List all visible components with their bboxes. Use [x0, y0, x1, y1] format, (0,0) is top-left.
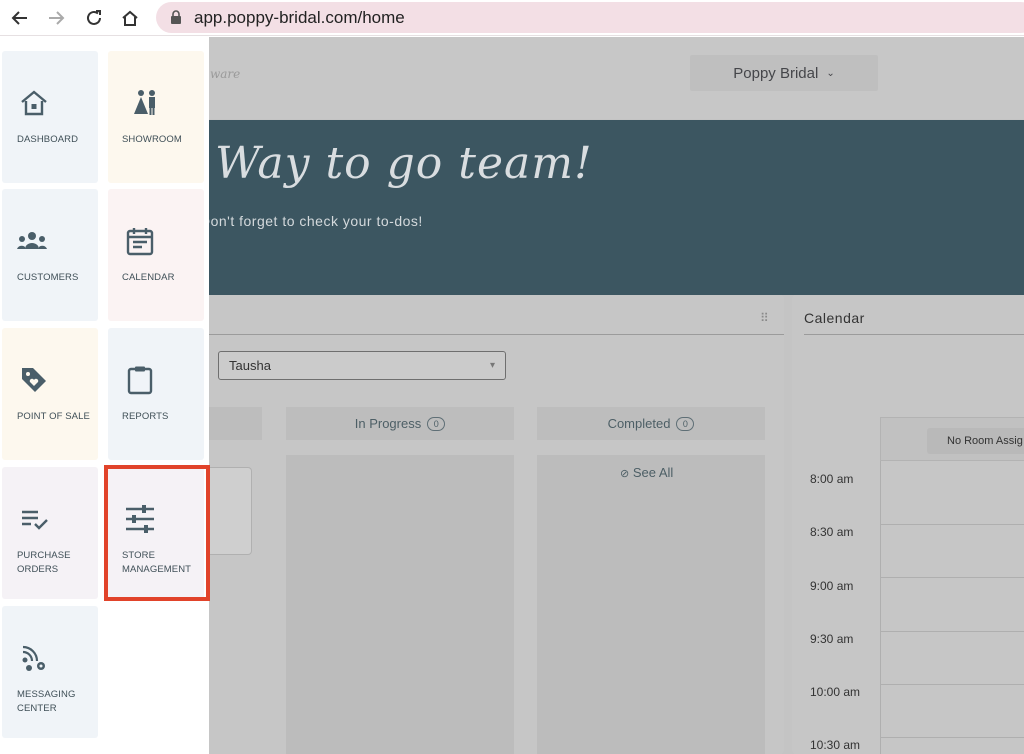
room-button[interactable]: No Room Assig: [927, 428, 1024, 454]
url-text: app.poppy-bridal.com/home: [194, 8, 405, 27]
menu-item-reports[interactable]: REPORTS: [108, 328, 204, 460]
column-in-progress: [286, 455, 514, 754]
nav-menu: DASHBOARD SHOWROOM CUSTOMERS CALENDAR PO…: [0, 37, 210, 754]
menu-item-point-of-sale[interactable]: POINT OF SALE: [2, 328, 98, 460]
calendar-panel: Calendar No Room Assig 8:00 am 8:30 am 9…: [792, 295, 1024, 754]
time-label: 10:30 am: [810, 738, 861, 752]
home-icon: [18, 87, 50, 119]
column-header-completed: Completed 0: [537, 407, 765, 440]
menu-item-calendar[interactable]: CALENDAR: [108, 189, 204, 321]
menu-item-showroom[interactable]: SHOWROOM: [108, 51, 204, 183]
menu-item-messaging-center[interactable]: MESSAGING CENTER: [2, 606, 98, 738]
assignee-select[interactable]: Tausha ▾: [218, 351, 506, 380]
list-check-icon: [18, 503, 50, 535]
time-label: 8:30 am: [810, 525, 854, 539]
banner-subtitle: Don't forget to check your to-dos!: [200, 213, 423, 229]
forward-icon[interactable]: [44, 6, 68, 30]
chevron-down-icon: ⌄: [826, 67, 835, 79]
address-bar[interactable]: app.poppy-bridal.com/home: [156, 2, 1024, 33]
column-header: [200, 407, 262, 440]
check-circle-icon: ⊘: [620, 468, 630, 480]
bride-groom-icon: [130, 87, 162, 119]
clipboard-icon: [124, 364, 156, 396]
lock-icon: [171, 10, 181, 24]
highlight-box: [104, 465, 210, 601]
room-header: No Room Assig: [880, 417, 1024, 461]
store-selector[interactable]: Poppy Bridal ⌄: [690, 55, 878, 91]
assignee-value: Tausha: [229, 358, 271, 373]
column-header-in-progress: In Progress 0: [286, 407, 514, 440]
column-completed: [537, 455, 765, 754]
see-all-link[interactable]: ⊘ See All: [620, 465, 673, 480]
menu-item-purchase-orders[interactable]: PURCHASE ORDERS: [2, 467, 98, 599]
time-label: 9:30 am: [810, 632, 854, 646]
todo-panel: ⠿ Tausha ▾ In Progress 0 Completed 0 ⊘ S…: [200, 295, 784, 754]
chevron-down-icon: ▾: [489, 360, 495, 371]
menu-item-dashboard[interactable]: DASHBOARD: [2, 51, 98, 183]
broadcast-icon: [18, 642, 50, 674]
price-tag-icon: [18, 364, 50, 396]
reload-icon[interactable]: [82, 6, 106, 30]
browser-toolbar: app.poppy-bridal.com/home: [0, 0, 1024, 36]
calendar-title: Calendar: [804, 310, 865, 326]
time-label: 10:00 am: [810, 685, 861, 699]
drag-handle-icon[interactable]: ⠿: [760, 311, 769, 325]
store-name: Poppy Bridal: [733, 64, 819, 82]
home-browser-icon[interactable]: [118, 6, 142, 30]
logo: ware: [210, 67, 241, 81]
menu-item-customers[interactable]: CUSTOMERS: [2, 189, 98, 321]
time-label: 9:00 am: [810, 579, 854, 593]
calendar-icon: [124, 225, 156, 257]
count-badge: 0: [676, 416, 695, 431]
back-icon[interactable]: [8, 6, 32, 30]
count-badge: 0: [427, 416, 446, 431]
people-icon: [16, 225, 48, 257]
time-label: 8:00 am: [810, 472, 854, 486]
